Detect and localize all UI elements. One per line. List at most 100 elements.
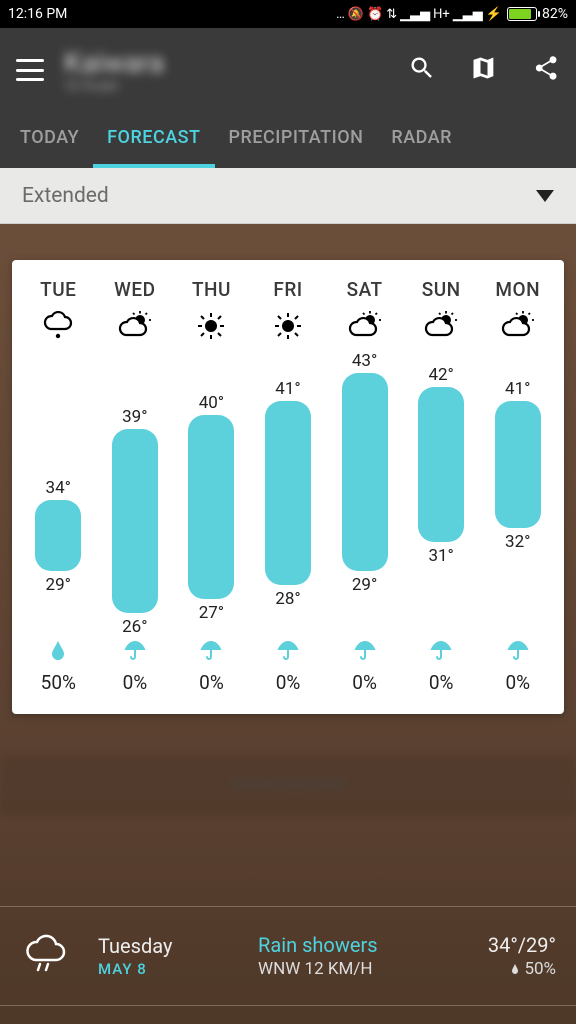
day-label: SAT	[347, 278, 383, 301]
more-icon: …	[336, 8, 345, 21]
temp-bar-zone: 42° 31°	[403, 351, 480, 621]
day-label: MON	[495, 278, 540, 301]
today-condition: Rain showers	[258, 933, 488, 957]
advertisement-banner[interactable]: Advertisement	[0, 754, 576, 814]
high-temp: 34°	[20, 478, 97, 498]
sync-icon: ⇅	[386, 8, 397, 21]
precip-value: 0%	[123, 671, 148, 694]
status-time: 12:16 PM	[8, 6, 67, 22]
today-day-block: Tuesday MAY 8	[98, 934, 258, 978]
temp-bar-zone: 39° 26°	[97, 351, 174, 621]
forecast-mode-label: Extended	[22, 184, 109, 208]
signal-2-icon: ▁▃▅	[453, 8, 483, 21]
map-icon[interactable]	[470, 54, 498, 86]
day-label: FRI	[273, 278, 302, 301]
search-icon[interactable]	[408, 54, 436, 86]
day-label: TUE	[40, 278, 76, 301]
precip-value: 0%	[505, 671, 530, 694]
today-summary-strip[interactable]: Tuesday MAY 8 Rain showers WNW 12 KM/H 3…	[0, 906, 576, 1006]
forecast-day-thu[interactable]: THU 40° 27° 0%	[173, 278, 250, 694]
tab-today[interactable]: TODAY	[6, 127, 93, 168]
temp-range-bar	[265, 401, 311, 585]
tab-precipitation[interactable]: PRECIPITATION	[215, 127, 378, 168]
location-name: Kaiwara	[64, 46, 408, 79]
forecast-day-wed[interactable]: WED 39° 26° 0%	[97, 278, 174, 694]
temp-bar-zone: 43° 29°	[326, 351, 403, 621]
status-tray: … 🔕 ⏰ ⇅ ▁▃▅ H+ ▁▃▅ ⚡ 82%	[336, 6, 568, 22]
day-label: SUN	[422, 278, 461, 301]
forecast-card: TUE 34° 29° 50% WED 39° 26° 0% THU	[12, 260, 564, 714]
drop-icon	[47, 639, 69, 661]
today-date: MAY 8	[98, 960, 258, 978]
rain-cloud-icon	[20, 930, 76, 982]
precip-value: 0%	[352, 671, 377, 694]
share-icon[interactable]	[532, 54, 560, 86]
high-temp: 40°	[173, 393, 250, 413]
temp-range-bar	[112, 429, 158, 613]
partly-cloudy-icon	[118, 311, 152, 341]
high-temp: 41°	[250, 379, 327, 399]
forecast-day-sat[interactable]: SAT 43° 29° 0%	[326, 278, 403, 694]
precip-value: 0%	[276, 671, 301, 694]
high-temp: 43°	[326, 351, 403, 371]
precip-value: 0%	[429, 671, 454, 694]
forecast-day-mon[interactable]: MON 41° 32° 0%	[479, 278, 556, 694]
today-temps-block: 34°/29° 50%	[488, 933, 556, 979]
high-temp: 39°	[97, 407, 174, 427]
high-temp: 42°	[403, 365, 480, 385]
today-precip: 50%	[488, 959, 556, 979]
umbrella-icon	[507, 639, 529, 661]
forecast-day-fri[interactable]: FRI 41° 28° 0%	[250, 278, 327, 694]
tab-forecast[interactable]: FORECAST	[93, 127, 214, 168]
umbrella-icon	[354, 639, 376, 661]
temp-range-bar	[35, 500, 81, 571]
low-temp: 29°	[326, 575, 403, 595]
forecast-day-sun[interactable]: SUN 42° 31° 0%	[403, 278, 480, 694]
day-label: THU	[192, 278, 231, 301]
charging-icon: ⚡	[486, 8, 502, 21]
forecast-days-row: TUE 34° 29° 50% WED 39° 26° 0% THU	[20, 278, 556, 694]
temp-range-bar	[495, 401, 541, 528]
today-dayname: Tuesday	[98, 934, 258, 958]
today-hilo: 34°/29°	[488, 933, 556, 957]
low-temp: 27°	[173, 603, 250, 623]
battery-pct: 82%	[542, 6, 568, 22]
menu-button[interactable]	[16, 59, 44, 81]
temp-bar-zone: 40° 27°	[173, 351, 250, 621]
high-temp: 41°	[479, 379, 556, 399]
tab-radar[interactable]: RADAR	[377, 127, 466, 168]
precip-value: 50%	[41, 671, 76, 694]
forecast-day-tue[interactable]: TUE 34° 29° 50%	[20, 278, 97, 694]
low-temp: 31°	[403, 546, 480, 566]
rain-cloud-icon	[41, 311, 75, 341]
low-temp: 32°	[479, 532, 556, 552]
location-subtext: 12:16 pm	[64, 79, 408, 94]
temp-range-bar	[418, 387, 464, 542]
precip-value: 0%	[199, 671, 224, 694]
umbrella-icon	[124, 639, 146, 661]
alarm-icon: ⏰	[367, 8, 383, 21]
umbrella-icon	[430, 639, 452, 661]
forecast-mode-dropdown[interactable]: Extended	[0, 168, 576, 224]
low-temp: 28°	[250, 589, 327, 609]
mute-icon: 🔕	[348, 8, 364, 21]
today-condition-block: Rain showers WNW 12 KM/H	[258, 933, 488, 979]
temp-range-bar	[188, 415, 234, 599]
location-block[interactable]: Kaiwara 12:16 pm	[64, 46, 408, 94]
network-type: H+	[433, 8, 450, 21]
sunny-icon	[271, 311, 305, 341]
partly-cloudy-icon	[501, 311, 535, 341]
low-temp: 29°	[20, 575, 97, 595]
signal-1-icon: ▁▃▅	[400, 8, 430, 21]
umbrella-icon	[200, 639, 222, 661]
umbrella-icon	[277, 639, 299, 661]
temp-bar-zone: 34° 29°	[20, 351, 97, 621]
chevron-down-icon	[536, 190, 554, 202]
temp-bar-zone: 41° 32°	[479, 351, 556, 621]
tab-bar: TODAYFORECASTPRECIPITATIONRADAR	[0, 112, 576, 168]
temp-range-bar	[342, 373, 388, 571]
sunny-icon	[194, 311, 228, 341]
forecast-content: TUE 34° 29° 50% WED 39° 26° 0% THU	[0, 224, 576, 1024]
today-wind: WNW 12 KM/H	[258, 959, 488, 979]
temp-bar-zone: 41° 28°	[250, 351, 327, 621]
